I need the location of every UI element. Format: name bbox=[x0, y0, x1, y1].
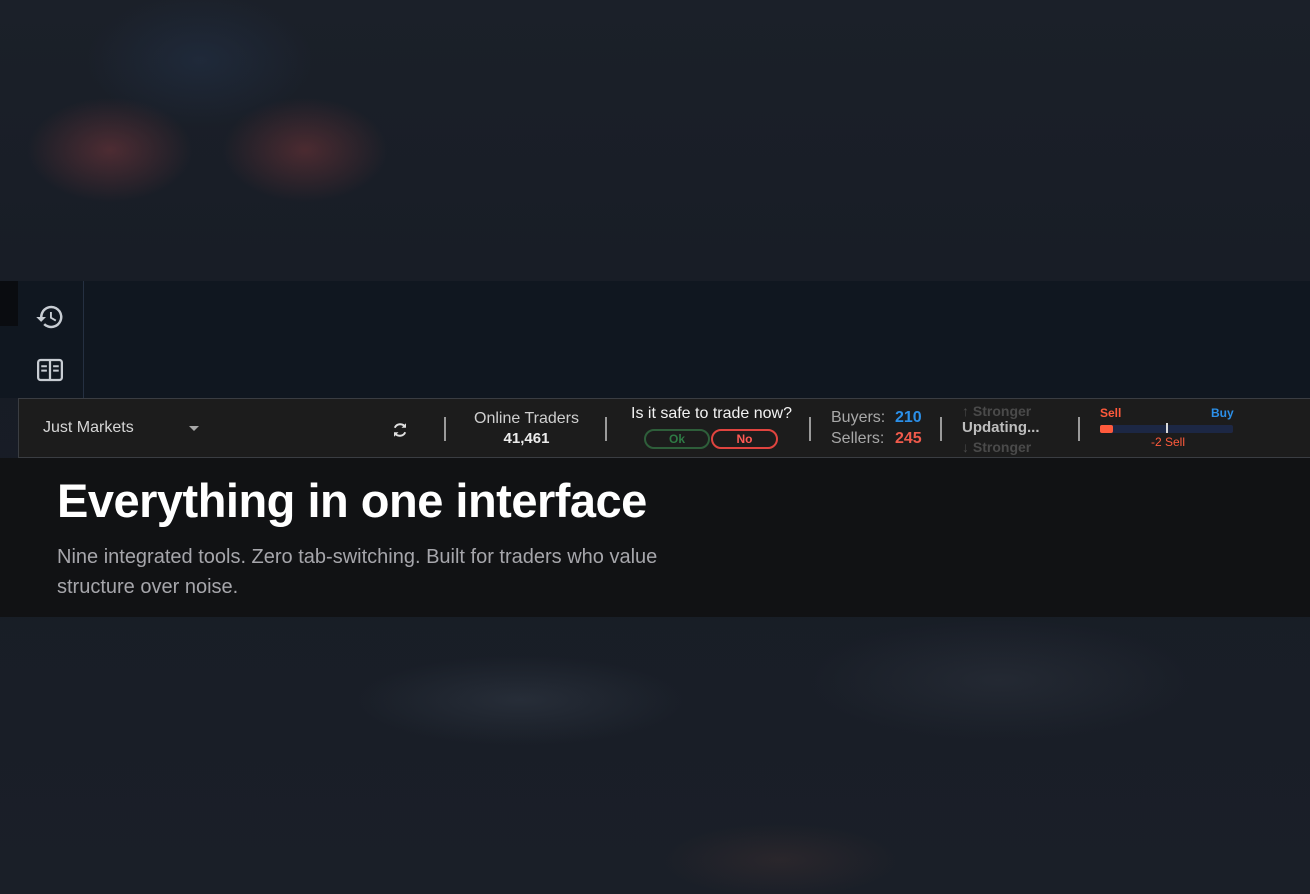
chevron-down-icon[interactable] bbox=[189, 426, 199, 431]
sellers-label: Sellers: bbox=[831, 430, 885, 447]
market-selector-label: Just Markets bbox=[43, 419, 134, 436]
buyers-label: Buyers: bbox=[831, 409, 886, 426]
history-icon bbox=[36, 305, 63, 329]
divider bbox=[809, 417, 811, 441]
top-panel bbox=[0, 281, 1310, 398]
buyers-count: 210 bbox=[895, 409, 922, 426]
refresh-icon bbox=[393, 423, 407, 437]
safe-to-trade-question: Is it safe to trade now? bbox=[631, 405, 792, 422]
sentiment-gauge-fill bbox=[1100, 425, 1114, 433]
market-toolbar: Just Markets Online Traders 41,461 Is it… bbox=[18, 398, 1310, 458]
divider bbox=[1078, 417, 1080, 441]
divider bbox=[444, 417, 446, 441]
history-button[interactable] bbox=[32, 299, 68, 335]
sellers-count: 245 bbox=[895, 430, 922, 447]
online-traders-label: Online Traders bbox=[474, 410, 579, 427]
hero-section: Everything in one interface Nine integra… bbox=[0, 458, 1310, 617]
book-icon bbox=[37, 358, 63, 382]
divider bbox=[940, 417, 942, 441]
refresh-button[interactable] bbox=[389, 419, 411, 441]
hero-title: Everything in one interface bbox=[57, 474, 647, 527]
market-selector[interactable]: Just Markets bbox=[43, 419, 203, 439]
sentiment-gauge bbox=[1100, 423, 1233, 433]
divider bbox=[605, 417, 607, 441]
online-traders-count: 41,461 bbox=[503, 430, 550, 447]
side-rail bbox=[18, 281, 84, 398]
sentiment-buy-label: Buy bbox=[1211, 406, 1234, 420]
stronger-down-indicator: ↓ Stronger bbox=[962, 439, 1032, 455]
panel-edge bbox=[0, 281, 18, 326]
stronger-up-indicator: ↑ Stronger bbox=[962, 403, 1032, 419]
sentiment-value: -2 Sell bbox=[1150, 435, 1185, 449]
book-button[interactable] bbox=[32, 352, 68, 388]
strength-status: Updating... bbox=[962, 419, 1040, 436]
sentiment-gauge-center bbox=[1166, 423, 1168, 433]
no-button[interactable]: No bbox=[711, 429, 778, 449]
sentiment-sell-label: Sell bbox=[1100, 406, 1122, 420]
hero-subtitle: Nine integrated tools. Zero tab-switchin… bbox=[57, 546, 658, 598]
ok-button[interactable]: Ok bbox=[644, 429, 710, 449]
